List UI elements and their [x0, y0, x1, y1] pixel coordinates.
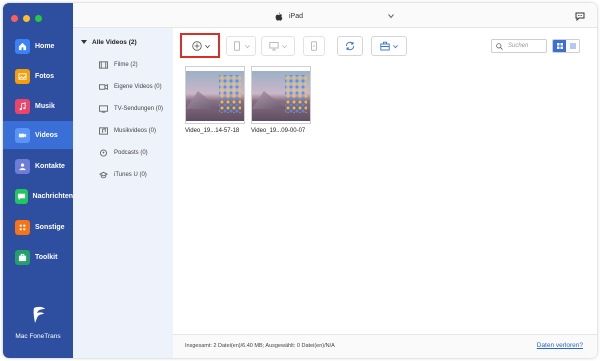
- tv-icon: [99, 105, 108, 113]
- video-thumbnail: [252, 71, 310, 121]
- app-logo-icon: [33, 306, 45, 323]
- video-thumbnail-frame: [185, 66, 245, 124]
- feedback-icon[interactable]: [575, 12, 585, 21]
- delete-button[interactable]: [303, 36, 325, 56]
- video-caption: Video_19...14-57-18: [185, 128, 240, 134]
- category-item-label: Filme (2): [114, 62, 138, 68]
- home-icon: [15, 38, 30, 54]
- convert-icon: [346, 41, 354, 51]
- search-icon: [496, 42, 503, 50]
- export-to-pc-button[interactable]: [261, 36, 295, 56]
- toolbar: Suchen: [173, 28, 597, 66]
- device-selector[interactable]: iPad: [275, 10, 400, 23]
- video-grid: Video_19...14-57-18 Video_19...09-00-07: [173, 66, 597, 334]
- category-item-label: Musikvideos (0): [114, 128, 157, 134]
- export-pc-icon: [269, 42, 279, 51]
- chevron-down-icon: [282, 44, 287, 48]
- sidebar-item-kontakte[interactable]: Kontakte: [3, 152, 73, 180]
- sidebar-item-musik[interactable]: Musik: [3, 92, 73, 120]
- minimize-window-button[interactable]: [23, 15, 30, 22]
- video-item[interactable]: Video_19...14-57-18: [185, 66, 245, 134]
- list-view-button[interactable]: [566, 40, 579, 52]
- list-icon: [569, 43, 576, 49]
- device-name: iPad: [289, 13, 304, 20]
- category-item-label: Eigene Videos (0): [114, 84, 162, 90]
- messages-icon: [15, 188, 28, 204]
- video-item[interactable]: Video_19...09-00-07: [251, 66, 311, 134]
- sidebar-item-label: Nachrichten: [32, 192, 73, 200]
- video-thumbnail-frame: [251, 66, 311, 124]
- search-placeholder: Suchen: [508, 43, 529, 49]
- apple-icon: [275, 12, 283, 21]
- video-caption: Video_19...09-00-07: [251, 128, 306, 134]
- app-name: Mac FoneTrans: [15, 333, 61, 340]
- category-item-label: TV-Sendungen (0): [114, 106, 164, 112]
- app-window: Home Fotos Musik Videos Kontakte Nachric…: [3, 3, 597, 358]
- sidebar: Home Fotos Musik Videos Kontakte Nachric…: [3, 3, 73, 358]
- titlebar: iPad: [73, 3, 597, 28]
- collapse-triangle-icon: [81, 40, 87, 44]
- sidebar-item-label: Home: [35, 42, 55, 50]
- photo-icon: [15, 68, 30, 84]
- music-video-icon: [99, 127, 108, 135]
- status-summary: Insgesamt: 2 Datei(en)/6.40 MB; Ausgewäh…: [185, 343, 335, 349]
- export-device-icon: [234, 41, 240, 51]
- category-all-videos[interactable]: Alle Videos (2): [73, 34, 173, 50]
- chevron-down-icon: [393, 44, 398, 48]
- category-item-label: iTunes U (0): [114, 172, 147, 178]
- category-item-label: Podcasts (0): [114, 150, 148, 156]
- itunes-u-icon: [99, 171, 108, 179]
- toolbox-button[interactable]: [371, 36, 407, 56]
- close-window-button[interactable]: [11, 15, 18, 22]
- grid-icon: [556, 43, 563, 49]
- video-icon: [15, 127, 30, 143]
- sidebar-item-label: Kontakte: [35, 162, 65, 170]
- category-panel: Alle Videos (2) Filme (2) Eigene Videos …: [73, 28, 173, 358]
- grid-view-button[interactable]: [553, 40, 566, 52]
- view-toggle: [552, 39, 580, 53]
- window-controls: [11, 15, 42, 22]
- video-thumbnail: [186, 71, 244, 121]
- category-header-label: Alle Videos (2): [92, 38, 137, 46]
- toolbox-icon: [380, 41, 390, 51]
- other-icon: [15, 219, 30, 235]
- add-button-highlight: [180, 33, 220, 58]
- zoom-window-button[interactable]: [35, 15, 42, 22]
- sidebar-item-label: Toolkit: [35, 253, 58, 261]
- data-lost-link[interactable]: Daten verloren?: [537, 342, 583, 349]
- delete-icon: [311, 41, 317, 51]
- podcast-icon: [99, 149, 108, 157]
- sidebar-item-nachrichten[interactable]: Nachrichten: [3, 182, 73, 210]
- chevron-down-icon: [245, 44, 250, 48]
- sidebar-item-label: Musik: [35, 102, 55, 110]
- sidebar-item-label: Fotos: [35, 72, 55, 80]
- sidebar-item-home[interactable]: Home: [3, 32, 73, 60]
- sidebar-item-fotos[interactable]: Fotos: [3, 62, 73, 90]
- sidebar-item-sonstige[interactable]: Sonstige: [3, 213, 73, 241]
- sidebar-item-label: Sonstige: [35, 223, 65, 231]
- music-icon: [15, 98, 30, 114]
- film-icon: [99, 61, 108, 69]
- sidebar-item-toolkit[interactable]: Toolkit: [3, 243, 73, 271]
- sidebar-item-videos[interactable]: Videos: [3, 121, 73, 149]
- status-bar: Insgesamt: 2 Datei(en)/6.40 MB; Ausgewäh…: [173, 334, 597, 358]
- toolkit-icon: [15, 249, 30, 265]
- contacts-icon: [15, 158, 30, 174]
- home-video-icon: [99, 84, 108, 90]
- convert-button[interactable]: [337, 36, 363, 56]
- search-input[interactable]: Suchen: [491, 39, 547, 53]
- export-to-device-button[interactable]: [226, 36, 256, 56]
- sidebar-item-label: Videos: [35, 131, 58, 139]
- chevron-down-icon: [388, 14, 394, 19]
